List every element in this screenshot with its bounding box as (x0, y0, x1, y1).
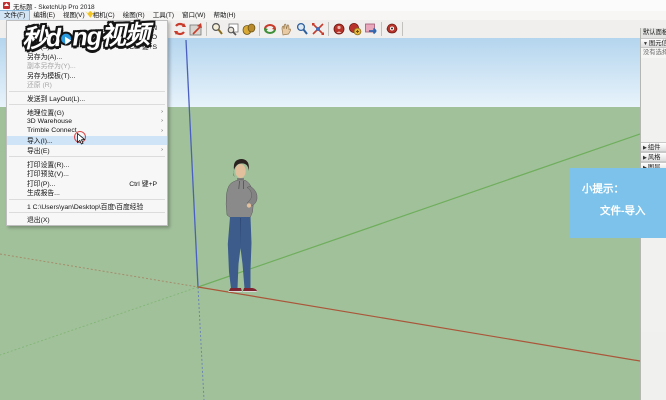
sketchup-logo-icon (3, 2, 10, 9)
red-axis-dashed (0, 253, 199, 288)
menu-item[interactable]: 导入(I)... (7, 135, 167, 146)
menu-item-label: 发送到 LayOut(L)... (27, 95, 86, 103)
menu-item-label: 1 C:\Users\yan\Desktop\百度\百度经验 (27, 203, 144, 211)
menu-item[interactable]: 地理位置(G) › (7, 107, 167, 117)
menu-item[interactable]: 生成报告... (7, 188, 167, 198)
menu-item-label: 副本另存为(Y)... (27, 63, 76, 71)
pan-icon[interactable] (278, 21, 294, 37)
menu-item-label: 地理位置(G) (27, 109, 65, 117)
panel-section-风格[interactable]: ▶风格 (641, 152, 666, 162)
watermark-text-post: ng (71, 22, 102, 52)
image-export-icon[interactable] (363, 21, 379, 37)
play-button-icon (59, 31, 74, 46)
title-bar: 无标题 - SketchUp Pro 2018 (0, 0, 666, 11)
toolbar-separator (206, 22, 207, 36)
caret-down-icon: ▼ (643, 41, 648, 47)
menubar-item[interactable]: 窗口(W) (178, 11, 209, 20)
menu-item-label: 导出(E) (27, 147, 50, 155)
menu-item-label: 还原 (R) (27, 82, 52, 90)
panel-header: 默认面板 (641, 28, 666, 38)
zoom-icon[interactable] (209, 21, 225, 37)
menu-item-label: 退出(X) (27, 217, 50, 225)
menu-separator (9, 156, 165, 158)
zoom-tool-icon[interactable] (294, 21, 310, 37)
tip-overlay: 小提示： 文件-导入 (570, 168, 666, 238)
video-watermark: 秒d ng视频 (21, 15, 149, 55)
panel-section-label: 风格 (647, 154, 661, 161)
entity-info-section[interactable]: ▼图元信息 (641, 38, 666, 48)
menubar-item[interactable]: 帮助(H) (210, 11, 240, 20)
submenu-arrow-icon: › (161, 108, 163, 115)
menu-item[interactable]: 打印预览(V)... (7, 168, 167, 178)
look-around-icon[interactable] (384, 21, 400, 37)
zoom-previous-icon[interactable] (225, 21, 241, 37)
green-axis-dashed (0, 286, 199, 356)
menu-item: 副本另存为(Y)... (7, 60, 167, 70)
toolbar-separator (259, 22, 260, 36)
zoom-extents-icon[interactable] (310, 21, 326, 37)
toolbar-separator (381, 22, 382, 36)
menu-item[interactable]: 发送到 LayOut(L)... (7, 93, 167, 103)
position-camera-icon[interactable] (331, 21, 347, 37)
menu-item[interactable]: 3D Warehouse › (7, 116, 167, 126)
menu-separator (9, 212, 165, 214)
window-title: 无标题 - SketchUp Pro 2018 (13, 3, 95, 11)
toolbar-separator (402, 22, 403, 36)
refresh-icon[interactable] (172, 21, 188, 37)
caret-right-icon: ▶ (643, 145, 647, 151)
menu-item-label: 生成报告... (27, 190, 60, 198)
caret-right-icon: ▶ (643, 155, 647, 161)
menu-item-label: 3D Warehouse (27, 117, 73, 125)
blue-axis-dashed (197, 286, 205, 400)
menu-item[interactable]: 另存为模板(T)... (7, 70, 167, 80)
red-axis (197, 286, 640, 362)
mouse-cursor (77, 133, 86, 145)
submenu-arrow-icon: › (161, 118, 163, 125)
toolbar-separator (328, 22, 329, 36)
orbit-icon[interactable] (262, 21, 278, 37)
panel-section-组件[interactable]: ▶组件 (641, 142, 666, 152)
menu-item[interactable]: 打印(P)... Ctrl 键+P (7, 178, 167, 188)
submenu-arrow-icon: › (161, 127, 163, 134)
menu-item[interactable]: Trimble Connect › (7, 126, 167, 136)
panel-section-label: 组件 (647, 144, 661, 151)
menu-separator (9, 104, 165, 106)
entity-info-body (641, 58, 666, 142)
menu-item[interactable]: 退出(X) (7, 215, 167, 225)
menu-item[interactable]: 导出(E) › (7, 145, 167, 155)
menubar-item[interactable]: 工具(T) (149, 11, 178, 20)
menu-item[interactable]: 1 C:\Users\yan\Desktop\百度\百度经验 (7, 201, 167, 211)
menu-separator (9, 198, 165, 200)
no-selection-label: 没有选择任何内容 (641, 48, 666, 58)
menu-item: 还原 (R) (7, 80, 167, 90)
tip-title: 小提示： (582, 183, 624, 195)
watermark-text-pre: 秒d (21, 23, 61, 54)
shaded-style-icon[interactable] (241, 21, 257, 37)
menu-item-label: Trimble Connect (27, 127, 77, 135)
menu-item[interactable]: 打印设置(R)... (7, 159, 167, 169)
tip-text: 文件-导入 (600, 205, 646, 217)
walk-icon[interactable] (347, 21, 363, 37)
submenu-arrow-icon: › (161, 146, 163, 153)
watermark-text-suffix: 视频 (100, 20, 150, 51)
menu-item-label: 打印设置(R)... (27, 161, 70, 169)
swap-view-icon[interactable] (188, 21, 204, 37)
blue-axis (185, 39, 199, 288)
menu-item-label: 打印(P)... (27, 180, 56, 188)
menu-item-label: 打印预览(V)... (27, 171, 69, 179)
menu-item-shortcut: Ctrl 键+P (129, 180, 157, 188)
menu-item-label: 导入(I)... (27, 138, 53, 146)
menu-separator (9, 90, 165, 92)
menu-item-label: 另存为模板(T)... (27, 72, 76, 80)
